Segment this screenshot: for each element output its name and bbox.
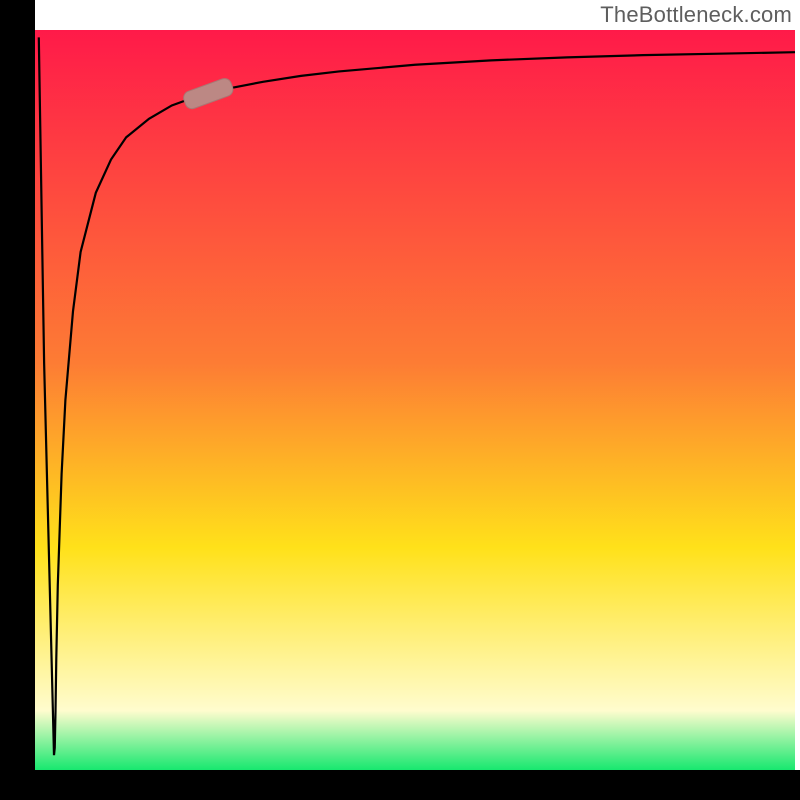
axis-bottom — [0, 770, 800, 800]
chart-root: TheBottleneck.com — [0, 0, 800, 800]
plot-background — [35, 30, 795, 770]
bottleneck-chart — [0, 0, 800, 800]
axis-left — [0, 0, 35, 800]
watermark-text: TheBottleneck.com — [600, 2, 792, 28]
